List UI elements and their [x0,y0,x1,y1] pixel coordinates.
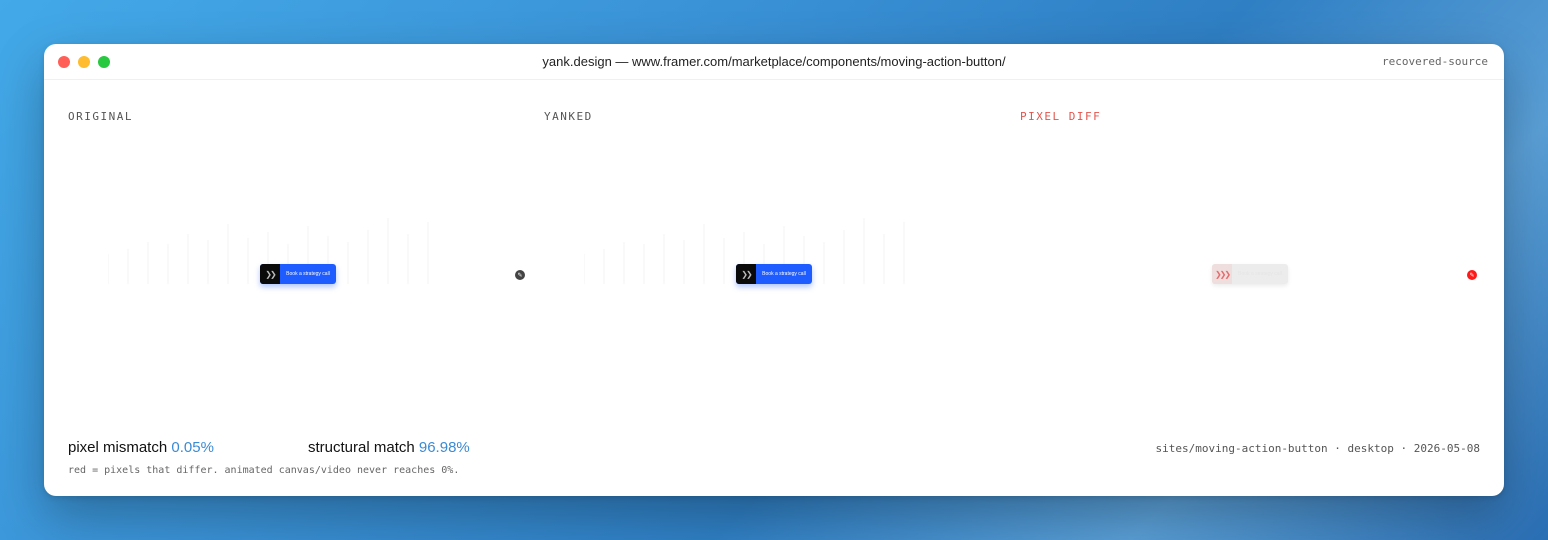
book-call-label: Book a strategy call [286,271,330,277]
pixel-diff-preview: ❯❯❯ Book a strategy call ✎ [1020,194,1480,354]
pixel-diff-label: PIXEL DIFF [1020,110,1102,123]
pixel-mismatch-value: 0.05% [171,439,214,456]
double-chevron-right-icon: ❯❯ [260,264,280,284]
diff-book-call-button: ❯❯❯ Book a strategy call [1212,264,1288,284]
app-window: yank.design — www.framer.com/marketplace… [44,44,1504,496]
diff-book-call-label: Book a strategy call [1238,271,1282,277]
pixel-mismatch-label: pixel mismatch [68,439,168,456]
edit-icon[interactable]: ✎ [515,270,525,280]
structural-match-value: 96.98% [418,439,470,456]
book-call-label: Book a strategy call [762,271,806,277]
window-title: yank.design — www.framer.com/marketplace… [542,54,1006,69]
capture-meta: sites/moving-action-button · desktop · 2… [1155,442,1480,455]
double-chevron-right-icon: ❯❯ [736,264,756,284]
yanked-label: YANKED [544,110,593,123]
original-preview: ❯❯ Book a strategy call ✎ [68,194,528,354]
diff-caption: red = pixels that differ. animated canva… [68,465,460,476]
source-badge: recovered-source [1382,55,1488,68]
structural-match-stat: structural match 96.98% [308,439,470,456]
book-call-button[interactable]: ❯❯ Book a strategy call [736,264,812,284]
book-call-button[interactable]: ❯❯ Book a strategy call [260,264,336,284]
pixel-mismatch-stat: pixel mismatch 0.05% [68,439,214,456]
structural-match-label: structural match [308,439,415,456]
double-chevron-right-icon: ❯❯❯ [1212,264,1232,284]
title-bar: yank.design — www.framer.com/marketplace… [44,44,1504,80]
yanked-preview: ❯❯ Book a strategy call [544,194,1004,354]
diff-edit-icon: ✎ [1467,270,1477,280]
original-label: ORIGINAL [68,110,133,123]
